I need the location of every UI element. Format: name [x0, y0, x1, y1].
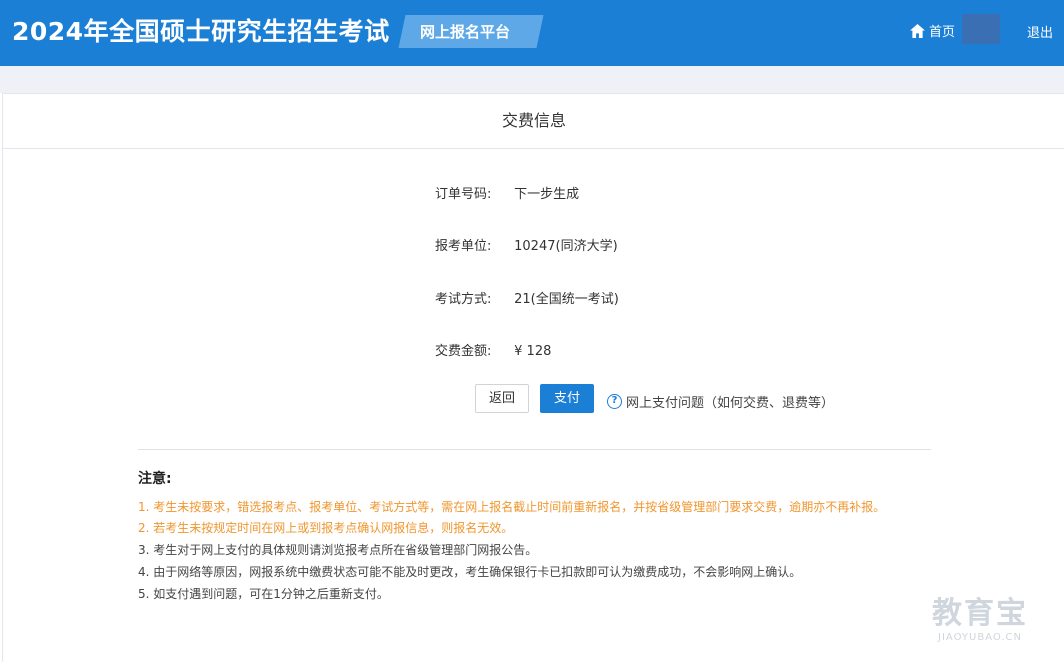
panel-title: 交费信息: [3, 94, 1064, 149]
order-number-row: 订单号码: 下一步生成: [435, 183, 579, 202]
unit-value: 10247(同济大学): [514, 239, 618, 254]
exam-mode-value: 21(全国统一考试): [514, 292, 619, 307]
amount-row: 交费金额: ¥ 128: [435, 340, 551, 359]
payment-panel: 交费信息 订单号码: 下一步生成 报考单位: 10247(同济大学) 考试方式:…: [2, 93, 1064, 662]
platform-label: 网上报名平台: [420, 23, 511, 41]
watermark-text: 教育宝: [932, 596, 1028, 631]
home-icon: [910, 23, 925, 38]
avatar[interactable]: [962, 14, 1000, 44]
logout-link[interactable]: 退出: [1027, 22, 1053, 41]
order-number-label: 订单号码:: [435, 187, 492, 202]
watermark: 教育宝 JIAOYUBAO.CN: [932, 588, 1028, 643]
notice-item-3: 3. 考生对于网上支付的具体规则请浏览报考点所在省级管理部门网报公告。: [138, 543, 538, 557]
exam-mode-row: 考试方式: 21(全国统一考试): [435, 288, 619, 307]
exam-mode-label: 考试方式:: [435, 292, 492, 307]
question-circle-icon: ?: [607, 394, 622, 409]
notice-item-1: 1. 考生未按要求，错选报考点、报考单位、考试方式等，需在网上报名截止时间前重新…: [138, 500, 886, 514]
top-header: 2024年全国硕士研究生招生考试 网上报名平台 首页 退出: [0, 0, 1064, 66]
watermark-sub: JIAOYUBAO.CN: [938, 632, 1022, 643]
sub-bar: [0, 66, 1064, 93]
notice-item-2: 2. 若考生未按规定时间在网上或到报考点确认网报信息，则报名无效。: [138, 521, 514, 535]
pay-button[interactable]: 支付: [540, 384, 594, 413]
unit-label: 报考单位:: [435, 239, 492, 254]
notice-item-4: 4. 由于网络等原因，网报系统中缴费状态可能不能及时更改，考生确保银行卡已扣款即…: [138, 565, 802, 579]
notice-item-5: 5. 如支付遇到问题，可在1分钟之后重新支付。: [138, 587, 389, 601]
unit-row: 报考单位: 10247(同济大学): [435, 235, 618, 254]
nav-home-label: 首页: [929, 25, 956, 40]
order-number-value: 下一步生成: [514, 187, 580, 202]
nav-home-link[interactable]: 首页: [910, 21, 955, 40]
back-button[interactable]: 返回: [475, 384, 529, 413]
notice-title: 注意:: [138, 471, 172, 487]
payment-help-link[interactable]: ? 网上支付问题（如何交费、退费等）: [607, 392, 834, 411]
payment-help-label: 网上支付问题（如何交费、退费等）: [626, 396, 835, 411]
amount-label: 交费金额:: [435, 344, 492, 359]
amount-value: ¥ 128: [514, 344, 552, 359]
section-divider: [138, 449, 931, 450]
site-title: 2024年全国硕士研究生招生考试: [12, 17, 390, 46]
